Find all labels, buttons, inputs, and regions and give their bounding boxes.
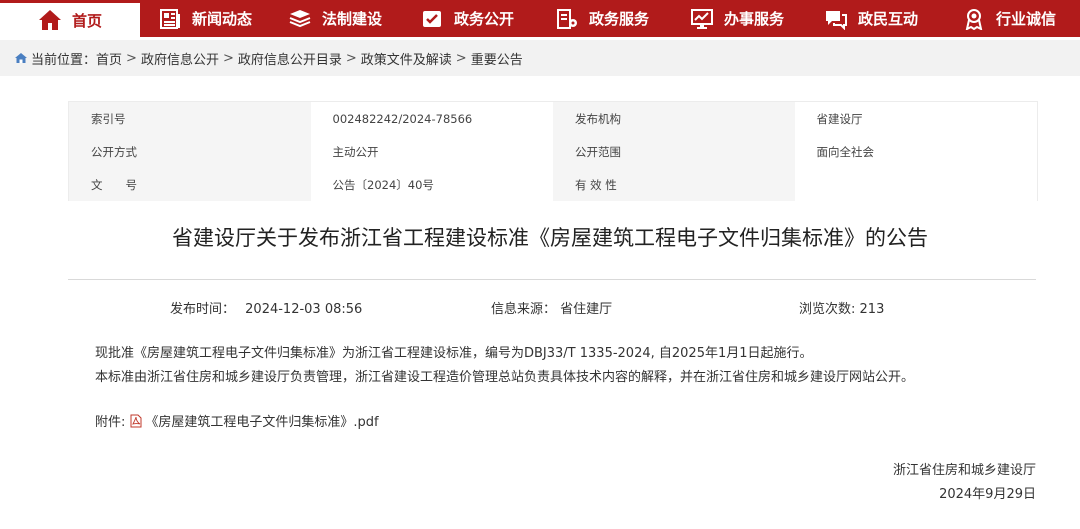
breadcrumb-separator: >: [345, 50, 357, 66]
meta-value-doc-number: 公告〔2024〕40号: [310, 168, 553, 201]
nav-label: 法制建设: [321, 10, 382, 28]
nav-item-home[interactable]: 首页: [0, 0, 140, 37]
breadcrumb: 当前位置： 首页 > 政府信息公开 > 政府信息公开目录 > 政策文件及解读 >…: [0, 40, 1080, 76]
article-paragraph: 本标准由浙江省住房和城乡建设厅负责管理，浙江省建设工程造价管理总站负责具体技术内…: [95, 370, 915, 385]
views-label: 浏览次数:: [799, 302, 856, 317]
nav-item-gov-open[interactable]: 政务公开: [400, 0, 534, 37]
monitor-icon: [690, 7, 714, 31]
signature-date: 2024年9月29日: [939, 487, 1036, 502]
nav-item-gov-service[interactable]: 政务服务: [534, 0, 670, 37]
meta-value-disclosure-method: 主动公开: [310, 135, 553, 168]
breadcrumb-policy-docs[interactable]: 政策文件及解读: [361, 49, 452, 68]
chat-icon: [824, 7, 848, 31]
title-divider: [68, 279, 1036, 280]
breadcrumb-important-notice[interactable]: 重要公告: [471, 49, 523, 68]
service-icon: [555, 7, 579, 31]
views-value: 213: [859, 302, 885, 317]
nav-label: 政民互动: [857, 10, 918, 28]
pdf-icon: [129, 414, 143, 428]
view-count: 浏览次数: 213: [799, 298, 884, 317]
nav-item-legal[interactable]: 法制建设: [270, 0, 400, 37]
breadcrumb-home[interactable]: 首页: [96, 49, 122, 68]
article-title: 省建设厅关于发布浙江省工程建设标准《房屋建筑工程电子文件归集标准》的公告: [172, 226, 928, 250]
meta-label-doc-number: 文 号: [69, 168, 311, 201]
nav-item-integrity[interactable]: 行业诚信: [938, 0, 1080, 37]
nav-label: 政务服务: [588, 10, 649, 28]
attachment-label: 附件:: [95, 415, 126, 430]
attachment: 附件: 《房屋建筑工程电子文件归集标准》.pdf: [95, 411, 379, 430]
layers-icon: [288, 7, 312, 31]
meta-label-publisher: 发布机构: [553, 102, 795, 135]
publish-time-value: 2024-12-03 08:56: [245, 302, 363, 317]
info-source: 信息来源： 省住建厅: [491, 298, 612, 317]
meta-value-disclosure-scope: 面向全社会: [794, 135, 1037, 168]
meta-row: 索引号 002482242/2024-78566 发布机构 省建设厅: [69, 102, 1037, 135]
nav-label: 办事服务: [723, 10, 784, 28]
meta-label-disclosure-scope: 公开范围: [553, 135, 795, 168]
publish-time: 发布时间： 2024-12-03 08:56: [170, 298, 362, 317]
document-meta-table: 索引号 002482242/2024-78566 发布机构 省建设厅 公开方式 …: [68, 101, 1038, 201]
meta-label-index: 索引号: [69, 102, 311, 135]
signature-org: 浙江省住房和城乡建设厅: [892, 463, 1036, 478]
breadcrumb-separator: >: [455, 50, 467, 66]
document-check-icon: [420, 7, 444, 31]
nav-item-news[interactable]: 新闻动态: [140, 0, 270, 37]
meta-value-index: 002482242/2024-78566: [310, 102, 553, 135]
breadcrumb-separator: >: [222, 50, 234, 66]
article-paragraph: 现批准《房屋建筑工程电子文件归集标准》为浙江省工程建设标准，编号为DBJ33/T…: [95, 346, 813, 361]
nav-label: 政务公开: [453, 10, 514, 28]
source-label: 信息来源：: [491, 302, 557, 317]
nav-label: 首页: [71, 11, 102, 30]
meta-value-validity: [794, 168, 1037, 201]
meta-row: 公开方式 主动公开 公开范围 面向全社会: [69, 135, 1037, 168]
home-small-icon: [14, 51, 28, 65]
meta-label-disclosure-method: 公开方式: [69, 135, 311, 168]
home-icon: [38, 8, 62, 32]
top-nav: 首页 新闻动态 法制建设 政务公开 政务服务 办事服务 政民互动 行业诚信: [0, 0, 1080, 37]
meta-value-publisher: 省建设厅: [794, 102, 1037, 135]
meta-row: 文 号 公告〔2024〕40号 有 效 性: [69, 168, 1037, 201]
nav-label: 新闻动态: [191, 10, 252, 28]
nav-label: 行业诚信: [995, 10, 1056, 28]
publish-time-label: 发布时间：: [170, 302, 236, 317]
breadcrumb-prefix: 当前位置：: [31, 52, 97, 68]
nav-item-interaction[interactable]: 政民互动: [804, 0, 938, 37]
breadcrumb-separator: >: [126, 50, 137, 66]
source-value: 省住建厅: [560, 302, 613, 317]
meta-label-validity: 有 效 性: [553, 168, 795, 201]
breadcrumb-gov-info[interactable]: 政府信息公开: [141, 49, 219, 68]
newspaper-icon: [158, 7, 182, 31]
medal-icon: [962, 7, 986, 31]
breadcrumb-gov-info-catalog[interactable]: 政府信息公开目录: [238, 49, 342, 68]
attachment-link[interactable]: 《房屋建筑工程电子文件归集标准》.pdf: [145, 411, 378, 430]
nav-item-affairs[interactable]: 办事服务: [670, 0, 804, 37]
